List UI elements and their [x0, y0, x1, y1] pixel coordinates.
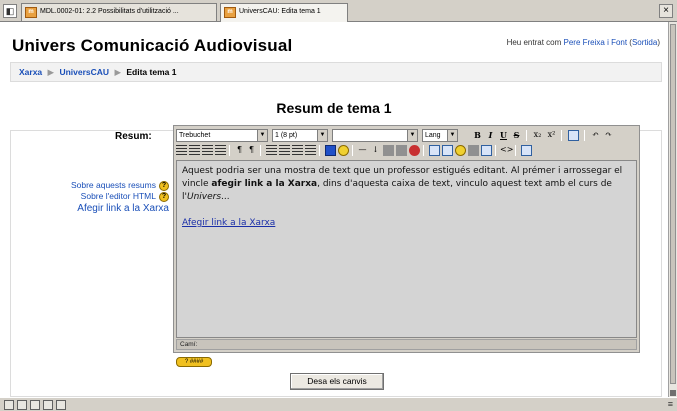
help-icon[interactable]: ?	[159, 191, 169, 202]
toolbar-divider	[561, 130, 562, 141]
rtl-direction-button[interactable]: ¶	[246, 144, 257, 156]
insert-smiley-icon[interactable]	[455, 145, 466, 156]
outdent-icon[interactable]	[292, 145, 303, 156]
login-prefix: Heu entrat com	[506, 38, 562, 47]
vertical-scrollbar[interactable]	[668, 22, 677, 397]
align-left-icon[interactable]	[176, 145, 187, 156]
subscript-button[interactable]: x₂	[532, 129, 543, 141]
bold-button[interactable]: B	[472, 129, 483, 141]
unordered-list-icon[interactable]	[279, 145, 290, 156]
breadcrumb-xarxa[interactable]: Xarxa	[19, 67, 42, 77]
tab-universcau[interactable]: m UniversCAU: Edita tema 1	[220, 3, 348, 22]
font-size-select[interactable]: 1 (8 pt) ▼	[272, 129, 328, 142]
chevron-down-icon: ▼	[407, 130, 417, 141]
summary-field-label: Resum:	[115, 131, 152, 142]
redo-button[interactable]: ↷	[603, 129, 614, 141]
strikethrough-button[interactable]: S	[511, 129, 522, 141]
toolbar-divider	[584, 130, 585, 141]
chevron-down-icon: ▼	[317, 130, 327, 141]
status-icon-1[interactable]	[4, 400, 14, 410]
about-html-editor-link[interactable]: Sobre l'editor HTML?	[24, 191, 169, 202]
breadcrumb-universcau[interactable]: UniversCAU	[59, 67, 109, 77]
italic-text: Univers	[186, 192, 222, 202]
user-profile-link[interactable]: Pere Freixa i Font	[564, 38, 628, 47]
unlink-icon[interactable]	[396, 145, 407, 156]
editor-path-bar: Camí:	[176, 339, 637, 350]
special-char-icon[interactable]	[468, 145, 479, 156]
toolbar-divider	[260, 145, 261, 156]
toolbar-divider	[229, 145, 230, 156]
chevron-down-icon: ▼	[257, 130, 267, 141]
scrollbar-thumb[interactable]	[670, 24, 676, 384]
toolbar-divider	[423, 145, 424, 156]
chevron-down-icon: ▼	[447, 130, 457, 141]
justify-icon[interactable]	[215, 145, 226, 156]
undo-button[interactable]: ↶	[590, 129, 601, 141]
editor-toolbar-row-1: Trebuchet ▼ 1 (8 pt) ▼ ▼ Lang ▼ B I U S x₂ …	[176, 129, 639, 144]
close-tab-icon[interactable]: ×	[659, 4, 673, 18]
fullscreen-icon[interactable]	[521, 145, 532, 156]
ltr-direction-button[interactable]: ¶	[234, 144, 245, 156]
html-editor: Trebuchet ▼ 1 (8 pt) ▼ ▼ Lang ▼ B I U S x₂ …	[173, 125, 640, 353]
paragraph-style-select[interactable]: ▼	[332, 129, 418, 142]
editor-toolbar-row-2: ¶ ¶ — ↓ <>	[176, 144, 639, 159]
background-color-icon[interactable]	[338, 145, 349, 156]
breadcrumb-current: Edita tema 1	[126, 67, 177, 77]
status-icon-4[interactable]	[43, 400, 53, 410]
indent-icon[interactable]	[305, 145, 316, 156]
italic-button[interactable]: I	[485, 129, 496, 141]
help-icon[interactable]: ?	[159, 180, 169, 191]
horizontal-rule-button[interactable]: —	[357, 144, 368, 156]
align-right-icon[interactable]	[202, 145, 213, 156]
insert-image-icon[interactable]	[429, 145, 440, 156]
browser-tab-strip: ◧ m MDL.0002-01: 2.2 Possibilitats d'uti…	[0, 0, 677, 22]
tab-list-icon[interactable]: ◧	[3, 4, 17, 18]
tab-label: UniversCAU: Edita tema 1	[239, 8, 321, 15]
clean-html-icon[interactable]	[568, 130, 579, 141]
site-title: Univers Comunicació Audiovisual	[12, 36, 293, 55]
page-title: Resum de tema 1	[276, 100, 392, 116]
anchor-button[interactable]: ↓	[370, 144, 381, 156]
status-icon-2[interactable]	[17, 400, 27, 410]
save-changes-button[interactable]: Desa els canvis	[290, 373, 384, 390]
editor-resize-handle[interactable]: ? ####	[176, 357, 212, 367]
toolbar-divider	[319, 145, 320, 156]
breadcrumb-separator-icon: ▶	[47, 67, 55, 77]
scroll-down-icon[interactable]	[670, 390, 676, 396]
search-replace-icon[interactable]	[481, 145, 492, 156]
font-family-select[interactable]: Trebuchet ▼	[176, 129, 268, 142]
tab-mdl[interactable]: m MDL.0002-01: 2.2 Possibilitats d'utili…	[21, 3, 217, 21]
insert-table-icon[interactable]	[442, 145, 453, 156]
language-select[interactable]: Lang ▼	[422, 129, 458, 142]
help-links: Sobre aquests resums? Sobre l'editor HTM…	[24, 180, 169, 214]
superscript-button[interactable]: x²	[546, 129, 557, 141]
editor-inline-link[interactable]: Afegir link a la Xarxa	[182, 217, 275, 230]
status-icon-3[interactable]	[30, 400, 40, 410]
about-summaries-link[interactable]: Sobre aquests resums?	[24, 180, 169, 191]
login-info: Heu entrat com Pere Freixa i Font (Sorti…	[506, 38, 660, 47]
logout-link[interactable]: Sortida	[632, 38, 657, 47]
moodle-favicon-icon: m	[224, 7, 236, 18]
text-color-icon[interactable]	[325, 145, 336, 156]
breadcrumb: Xarxa ▶ UniversCAU ▶ Edita tema 1	[10, 62, 662, 82]
align-center-icon[interactable]	[189, 145, 200, 156]
toolbar-divider	[515, 145, 516, 156]
moodle-favicon-icon: m	[25, 7, 37, 18]
bold-text: afegir link a la Xarxa	[211, 179, 318, 189]
add-link-to-xarxa[interactable]: Afegir link a la Xarxa	[24, 203, 169, 214]
ordered-list-icon[interactable]	[266, 145, 277, 156]
status-icon-5[interactable]	[56, 400, 66, 410]
breadcrumb-separator-icon: ▶	[114, 67, 121, 77]
editor-content-area[interactable]: Aquest podria ser una mostra de text que…	[176, 160, 637, 338]
no-link-icon[interactable]	[409, 145, 420, 156]
toolbar-divider	[495, 145, 496, 156]
toolbar-divider	[352, 145, 353, 156]
toolbar-divider	[526, 130, 527, 141]
browser-status-bar: ≡	[0, 397, 677, 411]
tab-label: MDL.0002-01: 2.2 Possibilitats d'utilitz…	[40, 8, 179, 15]
underline-button[interactable]: U	[498, 129, 509, 141]
create-link-icon[interactable]	[383, 145, 394, 156]
html-source-button[interactable]: <>	[500, 144, 513, 156]
status-menu-icon[interactable]: ≡	[668, 399, 673, 409]
